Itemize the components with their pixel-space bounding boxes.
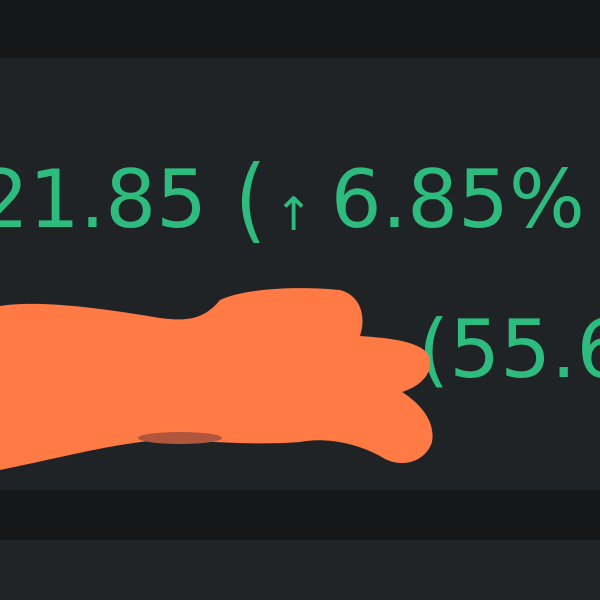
price-value: 21.85 <box>0 153 208 246</box>
change-open-paren: ( <box>235 145 267 253</box>
footer-strip <box>0 540 600 600</box>
arrow-up-icon: ↑ <box>274 187 313 241</box>
screen: 21.85 (↑ 6.85% (55.6 <box>0 0 600 600</box>
secondary-value: (55.6 <box>418 303 600 396</box>
top-bar <box>0 0 600 58</box>
quote-card <box>0 58 600 490</box>
change-percent: 6.85% <box>330 153 585 246</box>
bottom-bar <box>0 490 600 540</box>
price-change-row: 21.85 (↑ 6.85% <box>0 146 600 260</box>
